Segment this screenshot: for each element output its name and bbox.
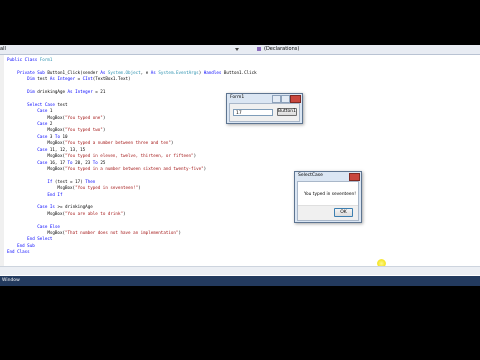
class-name-dropdown[interactable]: all	[0, 45, 241, 54]
horizontal-scrollbar[interactable]	[0, 266, 480, 275]
close-button[interactable]	[349, 173, 360, 181]
messagebox-footer: OK	[298, 205, 358, 220]
code-editor[interactable]: Public Class Form1 Private Sub Button1_C…	[7, 57, 257, 256]
ok-button[interactable]: OK	[334, 208, 353, 217]
messagebox-client-area: You typed in seventeen! OK	[297, 181, 359, 221]
method-name-dropdown-value: (Declarations)	[264, 46, 300, 52]
form1-window: Form1 17 Button1	[226, 93, 303, 124]
messagebox-title: SelectCase	[298, 173, 323, 178]
class-name-dropdown-value: all	[0, 46, 6, 52]
form1-client-area: 17 Button1	[229, 103, 300, 122]
status-bar-text: Window	[2, 278, 20, 283]
maximize-button[interactable]	[281, 95, 290, 103]
method-name-dropdown[interactable]: (Declarations)	[243, 45, 480, 54]
close-button[interactable]	[290, 95, 301, 103]
code-line: End Class	[7, 249, 30, 255]
editor-gutter	[0, 55, 4, 275]
status-bar: Window	[0, 276, 480, 286]
vs-editor-screen: all (Declarations) Public Class Form1 Pr…	[0, 45, 480, 286]
code-nav-bar: all (Declarations)	[0, 45, 480, 55]
number-textbox[interactable]: 17	[233, 109, 273, 116]
minimize-button[interactable]	[272, 95, 281, 103]
chevron-down-icon	[235, 48, 239, 51]
form1-title: Form1	[230, 95, 245, 100]
messagebox-message: You typed in seventeen!	[304, 192, 356, 197]
selectcase-messagebox: SelectCase You typed in seventeen! OK	[294, 171, 362, 223]
button1[interactable]: Button1	[277, 108, 297, 116]
declarations-icon	[257, 47, 261, 51]
